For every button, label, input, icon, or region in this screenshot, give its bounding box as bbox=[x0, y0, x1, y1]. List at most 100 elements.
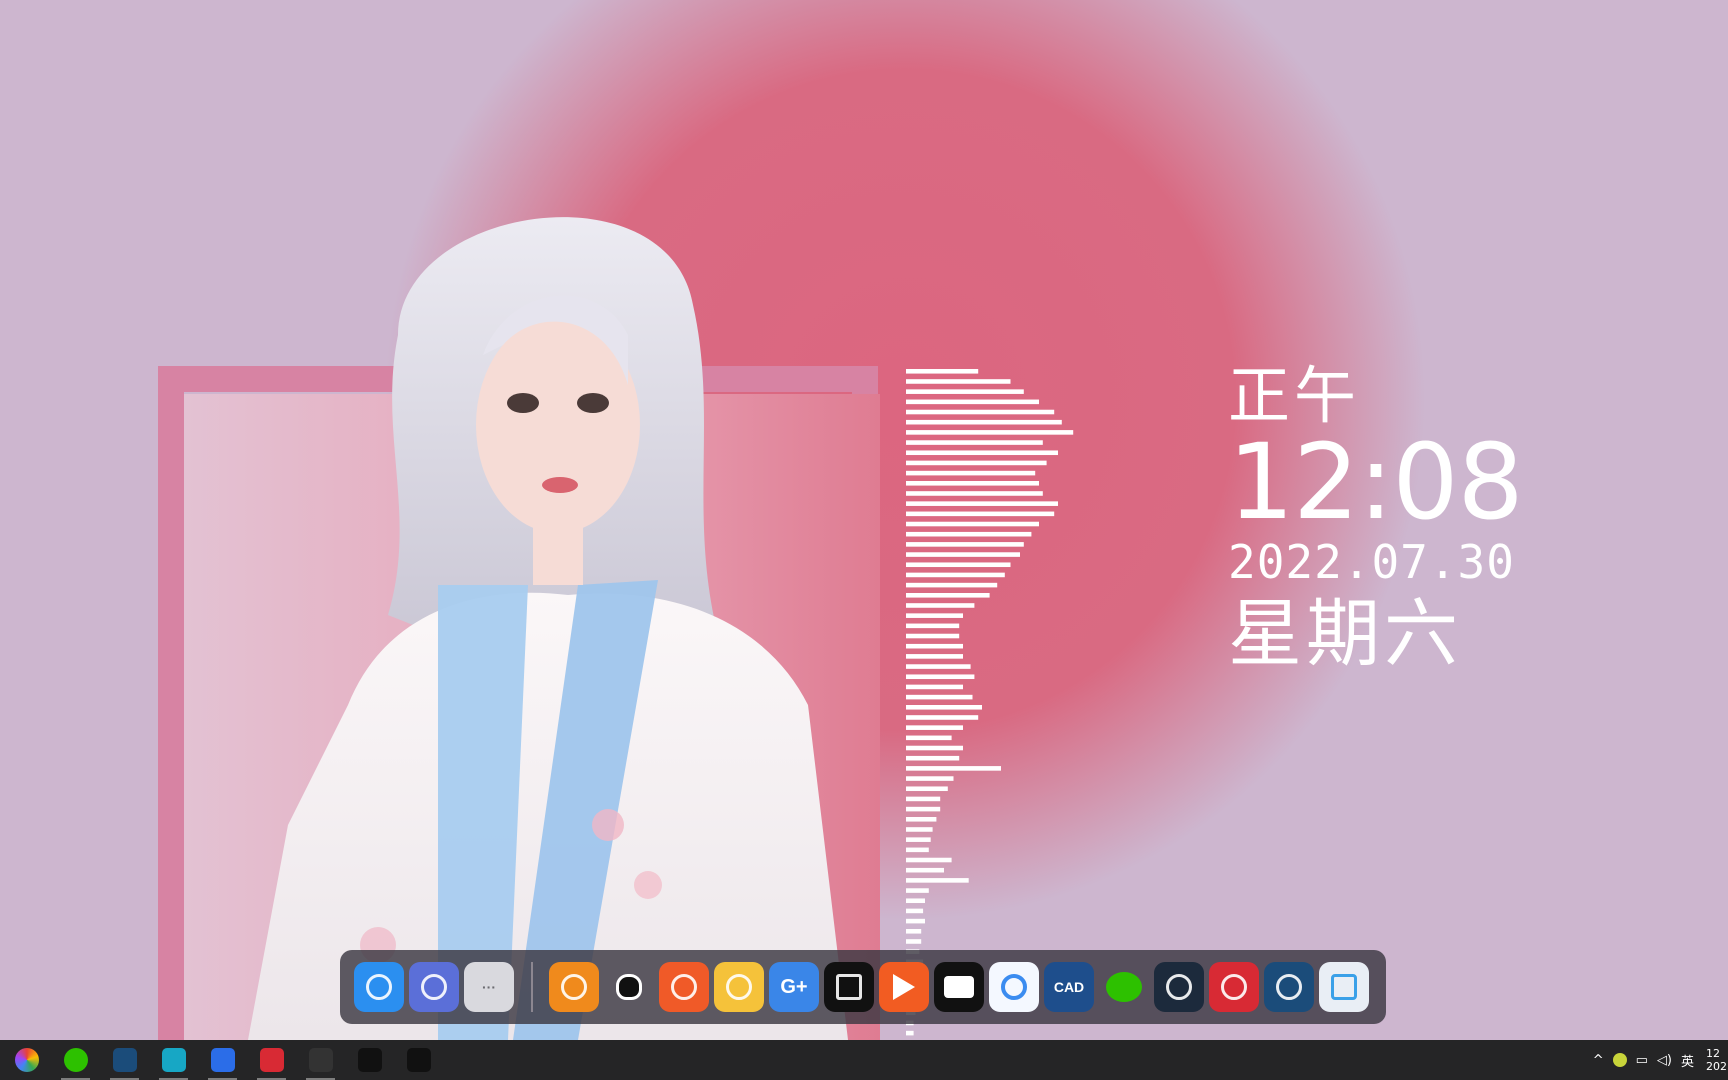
visualizer-bar bbox=[906, 735, 952, 741]
visualizer-bar bbox=[906, 878, 969, 883]
taskbar-item-video-recorder[interactable] bbox=[296, 1040, 345, 1080]
play-icon bbox=[893, 974, 915, 1000]
dock-item-green-ring[interactable] bbox=[1154, 962, 1204, 1012]
ime-indicator[interactable]: 英 bbox=[1681, 1051, 1694, 1070]
clock-date: 2022.07.30 bbox=[1228, 535, 1515, 589]
visualizer-bar bbox=[906, 664, 971, 669]
dock-item-steam[interactable] bbox=[1264, 962, 1314, 1012]
visualizer-bar bbox=[906, 440, 1043, 445]
wechat-icon bbox=[63, 1048, 88, 1072]
visualizer-bar bbox=[906, 817, 937, 822]
taskbar-item-capcut[interactable] bbox=[345, 1040, 394, 1080]
capcut-icon bbox=[836, 974, 862, 1000]
ring-icon bbox=[161, 1048, 186, 1072]
dock-item-finder[interactable] bbox=[354, 962, 404, 1012]
dock-item-cad[interactable]: CAD bbox=[1044, 962, 1094, 1012]
visualizer-bar bbox=[906, 674, 975, 680]
dock-item-capcut[interactable] bbox=[824, 962, 874, 1012]
dock-item-origin[interactable] bbox=[659, 962, 709, 1012]
visualizer-bar bbox=[906, 654, 963, 659]
visualizer-bar bbox=[906, 552, 1020, 557]
hexagon-icon bbox=[944, 976, 974, 998]
taskbar-item-start[interactable] bbox=[2, 1040, 51, 1080]
steam-icon bbox=[1276, 974, 1302, 1000]
dock-item-baidu-netdisk[interactable] bbox=[989, 962, 1039, 1012]
visualizer-bar bbox=[906, 776, 954, 781]
taskbar-item-vector-app[interactable] bbox=[394, 1040, 443, 1080]
dock-item-video-player[interactable] bbox=[879, 962, 929, 1012]
visualizer-bar bbox=[906, 908, 924, 914]
capcut-icon bbox=[357, 1048, 382, 1072]
recorder-icon bbox=[308, 1048, 333, 1072]
visualizer-bar bbox=[906, 684, 963, 690]
tray-chevron-icon[interactable]: ^ bbox=[1593, 1053, 1604, 1068]
visualizer-bar bbox=[906, 409, 1055, 415]
visualizer-bar bbox=[906, 470, 1036, 476]
visualizer-bar bbox=[906, 755, 960, 761]
visualizer-bar bbox=[906, 582, 998, 588]
clock-weekday: 星期六 bbox=[1228, 591, 1462, 677]
tray-app-icon[interactable] bbox=[1612, 1053, 1627, 1067]
dock-item-raccoon[interactable] bbox=[714, 962, 764, 1012]
app-dock: ··· G+ CAD bbox=[340, 950, 1386, 1024]
visualizer-bar bbox=[906, 511, 1055, 517]
visualizer-bar bbox=[906, 419, 1062, 425]
visualizer-bar bbox=[906, 837, 931, 842]
dock-item-app-power[interactable] bbox=[549, 962, 599, 1012]
visualizer-bar bbox=[906, 603, 975, 608]
visualizer-bar bbox=[906, 745, 963, 751]
capture-icon bbox=[210, 1048, 235, 1072]
taskbar-item-capture-app[interactable] bbox=[198, 1040, 247, 1080]
raccoon-icon bbox=[726, 974, 752, 1000]
visualizer-bar bbox=[906, 715, 979, 720]
more-dots-icon: ··· bbox=[482, 979, 496, 995]
steam-icon bbox=[112, 1048, 137, 1072]
dock-item-netease-music[interactable] bbox=[1209, 962, 1259, 1012]
dock-item-wechat[interactable] bbox=[1099, 962, 1149, 1012]
visualizer-bar bbox=[906, 521, 1039, 527]
visualizer-bar bbox=[906, 613, 963, 618]
cad-icon: CAD bbox=[1053, 979, 1085, 995]
recycle-bin-icon bbox=[1331, 974, 1357, 1000]
visualizer-bar bbox=[906, 857, 952, 863]
visualizer-bar bbox=[906, 694, 973, 700]
taskbar-item-steam[interactable] bbox=[100, 1040, 149, 1080]
audio-visualizer bbox=[906, 368, 1106, 1040]
visualizer-bar bbox=[906, 643, 963, 649]
qq-penguin-icon bbox=[616, 974, 642, 1000]
visualizer-bar bbox=[906, 450, 1058, 456]
visualizer-bar bbox=[906, 562, 1011, 568]
network-icon[interactable]: ▭ bbox=[1636, 1053, 1648, 1068]
dock-item-more[interactable]: ··· bbox=[464, 962, 514, 1012]
dock-item-launchpad[interactable] bbox=[409, 962, 459, 1012]
rocket-icon bbox=[421, 974, 447, 1000]
visualizer-bar bbox=[906, 389, 1024, 394]
visualizer-bar bbox=[906, 918, 925, 924]
volume-icon[interactable]: ◁) bbox=[1657, 1053, 1672, 1068]
taskbar-clock[interactable]: 12 202 bbox=[1706, 1047, 1728, 1073]
taskbar-item-netease-music[interactable] bbox=[247, 1040, 296, 1080]
dock-item-hexagon[interactable] bbox=[934, 962, 984, 1012]
dock-separator bbox=[531, 962, 533, 1012]
dock-item-recycle-bin[interactable] bbox=[1319, 962, 1369, 1012]
visualizer-bar bbox=[906, 623, 960, 629]
visualizer-bar bbox=[906, 796, 941, 802]
visualizer-bar bbox=[906, 705, 982, 710]
visualizer-bar bbox=[906, 847, 929, 853]
dock-item-qq[interactable] bbox=[604, 962, 654, 1012]
visualizer-bar bbox=[906, 1030, 914, 1036]
taskbar-item-ring-app[interactable] bbox=[149, 1040, 198, 1080]
visualizer-bar bbox=[906, 501, 1058, 506]
visualizer-bar bbox=[906, 633, 960, 639]
dock-item-gplus[interactable]: G+ bbox=[769, 962, 819, 1012]
color-wheel-icon bbox=[14, 1048, 39, 1072]
visualizer-bar bbox=[906, 898, 925, 904]
finder-icon bbox=[366, 974, 392, 1000]
visualizer-bar bbox=[906, 572, 1005, 578]
clock-time: 12:08 bbox=[1228, 421, 1524, 543]
wechat-icon bbox=[1106, 972, 1142, 1002]
visualizer-bar bbox=[906, 542, 1024, 547]
visualizer-bar bbox=[906, 827, 933, 832]
taskbar: ^ ▭ ◁) 英 12 202 bbox=[0, 1040, 1728, 1080]
taskbar-item-wechat[interactable] bbox=[51, 1040, 100, 1080]
